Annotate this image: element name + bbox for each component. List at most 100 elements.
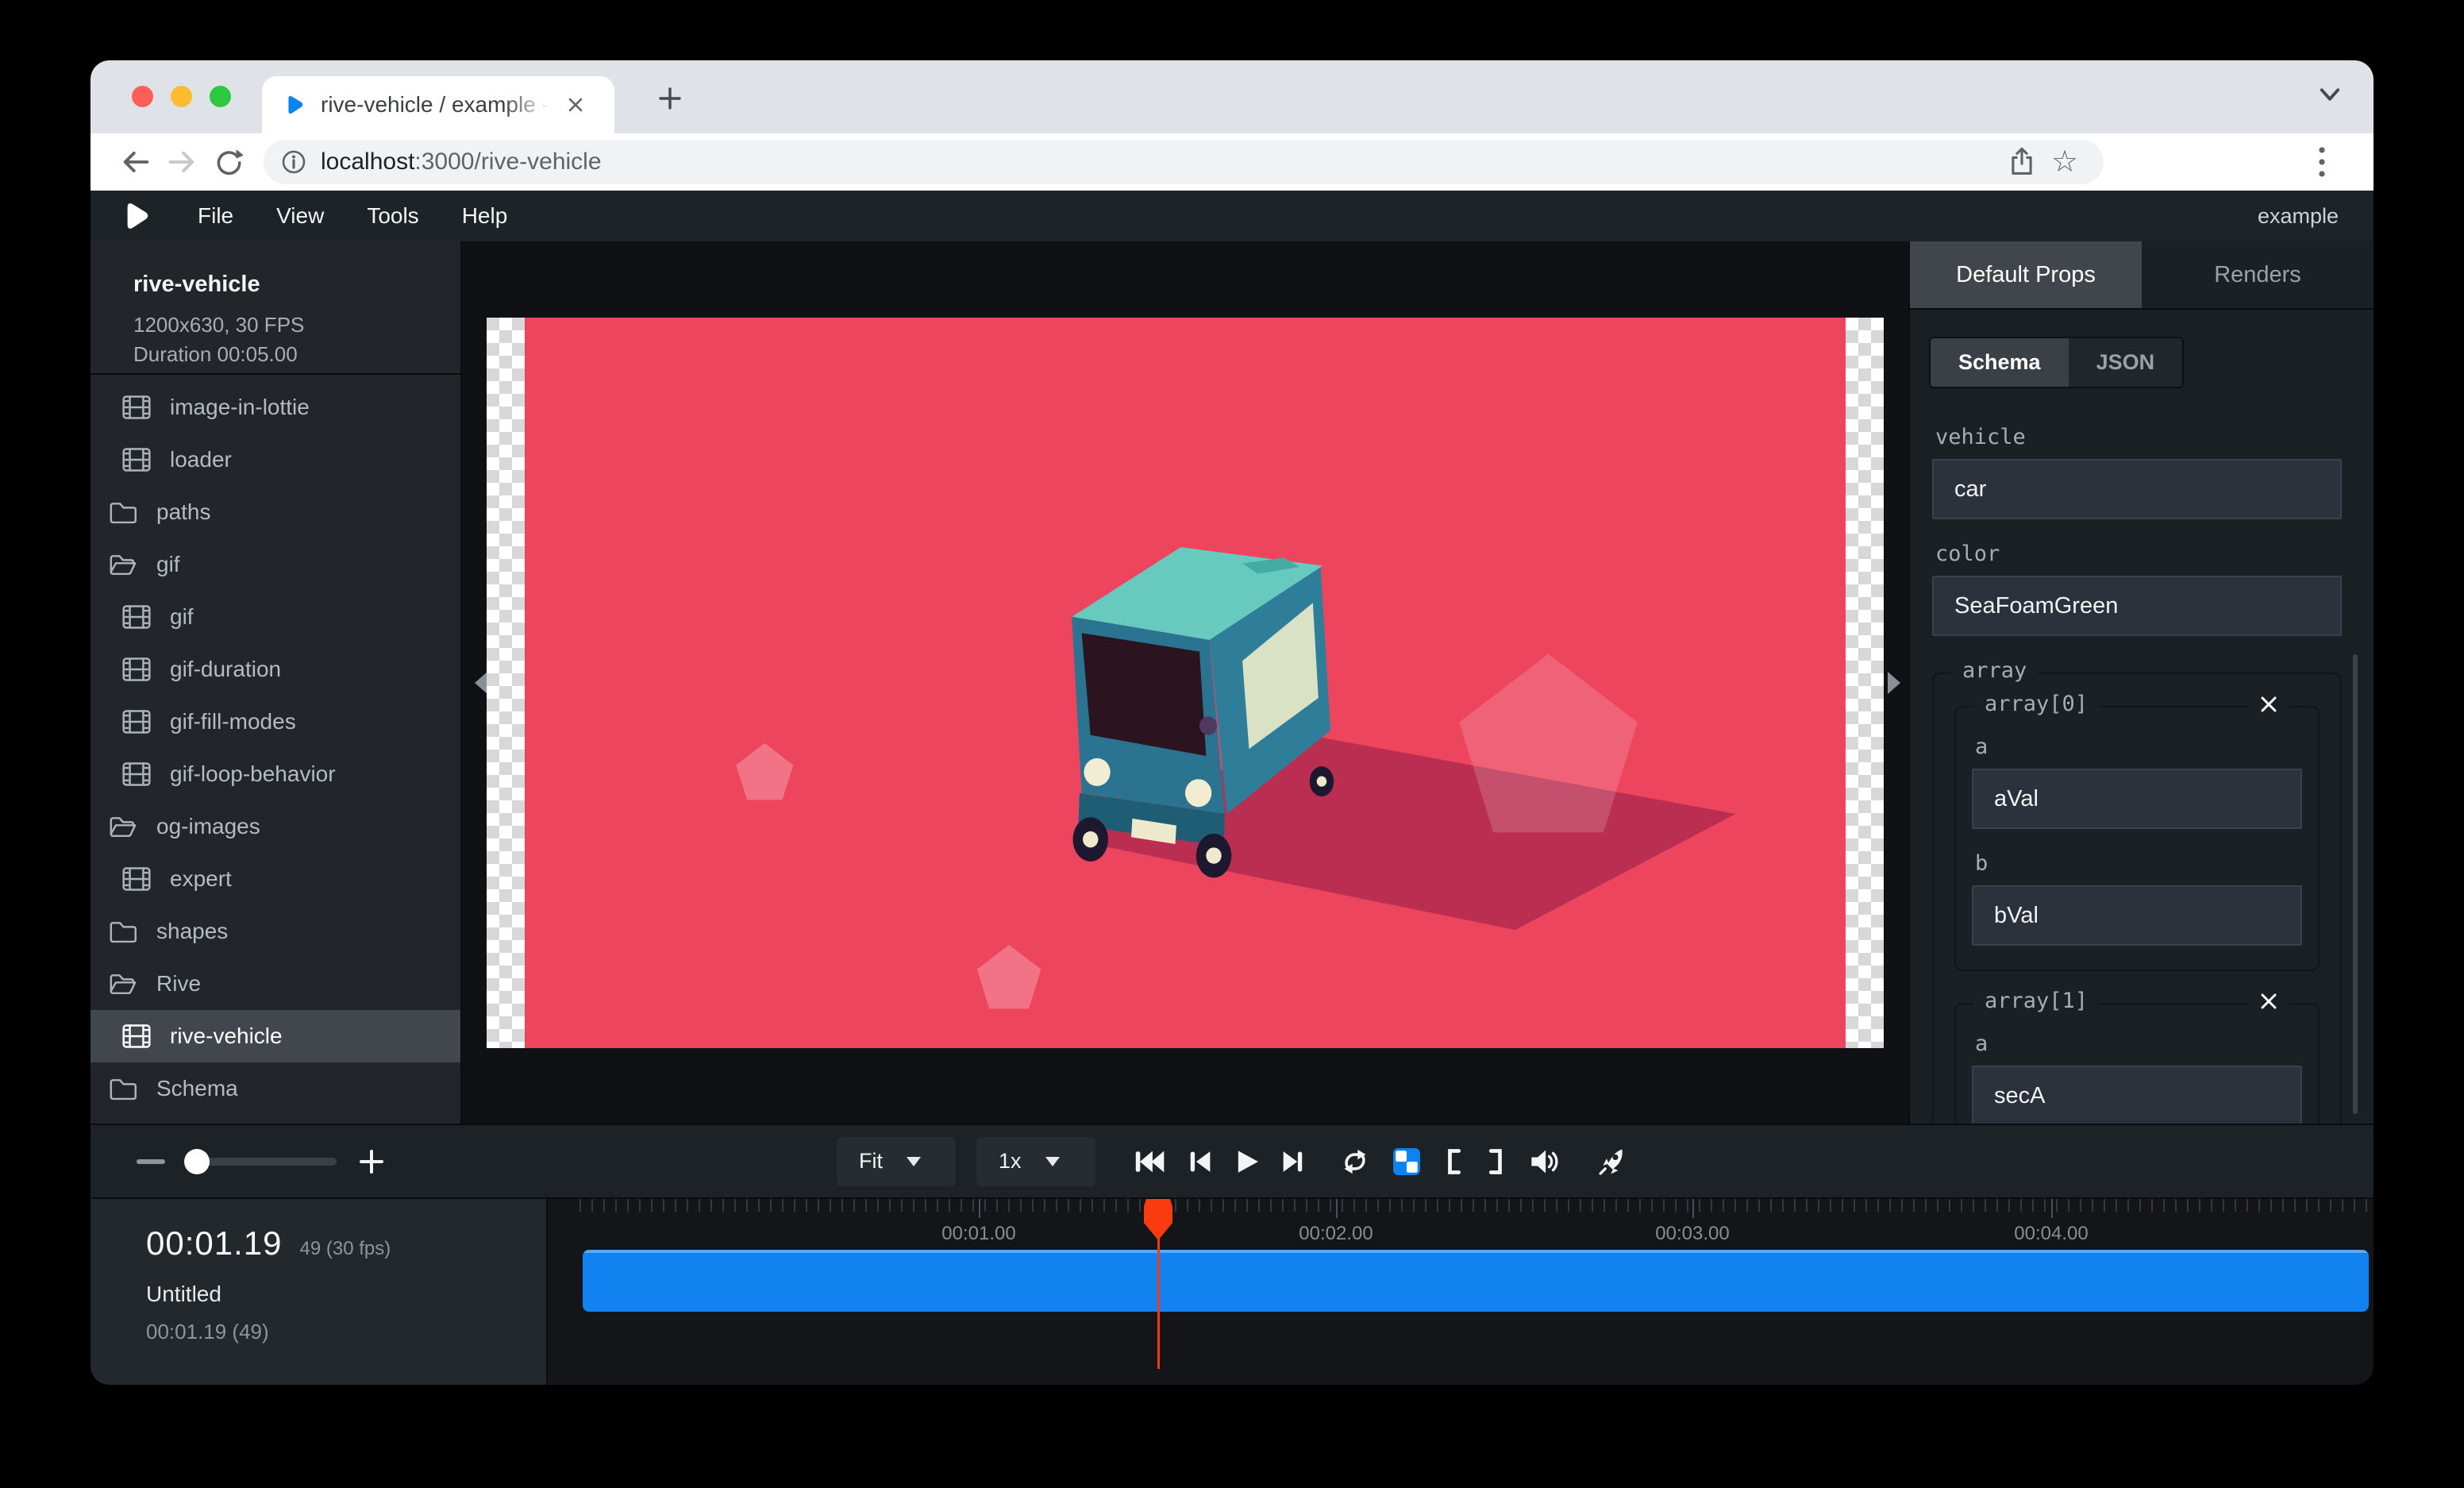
zoom-out-button[interactable] — [137, 1159, 165, 1164]
url-text[interactable]: localhost:3000/rive-vehicle — [321, 148, 602, 175]
url-host: localhost — [321, 148, 414, 175]
sidebar-item-gif-fill-modes[interactable]: gif-fill-modes — [90, 696, 460, 748]
ruler-major-tick — [1336, 1199, 1338, 1218]
folder-icon — [109, 1076, 137, 1101]
array-1-a-input[interactable] — [1972, 1066, 2302, 1124]
browser-tab[interactable]: rive-vehicle / example - Remoti — [262, 76, 614, 133]
menu-help[interactable]: Help — [441, 203, 529, 229]
browser-menu-button[interactable] — [2302, 142, 2342, 182]
speed-dropdown[interactable]: 1x — [976, 1137, 1095, 1186]
playback-controls: Fit 1x — [837, 1125, 1627, 1197]
share-icon — [2008, 146, 2036, 178]
sidebar-folder-gif[interactable]: gif — [90, 538, 460, 591]
share-button[interactable] — [2000, 141, 2043, 183]
array-0-b-input[interactable] — [1972, 885, 2302, 946]
mute-toggle-button[interactable] — [1529, 1147, 1561, 1177]
fullscreen-window-button[interactable] — [210, 86, 231, 107]
menu-view[interactable]: View — [255, 203, 345, 229]
item-label: gif — [156, 552, 180, 577]
fit-dropdown[interactable]: Fit — [837, 1137, 956, 1186]
new-tab-button[interactable] — [649, 78, 691, 119]
set-in-point-button[interactable] — [1443, 1147, 1464, 1176]
sidebar-item-gif-duration[interactable]: gif-duration — [90, 643, 460, 696]
jump-to-start-button[interactable] — [1134, 1148, 1165, 1175]
back-button[interactable] — [113, 139, 159, 185]
tab-default-props[interactable]: Default Props — [1910, 241, 2142, 308]
tab-search-button[interactable] — [2316, 83, 2343, 110]
array-group: array array[0] a b — [1932, 673, 2342, 1124]
checkerboard-icon — [1392, 1147, 1421, 1176]
render-button[interactable] — [1596, 1146, 1627, 1178]
array-item-0: array[0] a b — [1954, 706, 2320, 971]
star-icon: ☆ — [2051, 147, 2078, 177]
color-input[interactable] — [1932, 576, 2342, 636]
transparency-toggle-button[interactable] — [1392, 1147, 1421, 1176]
sidebar-item-image-in-lottie[interactable]: image-in-lottie — [90, 381, 460, 434]
timeline-zoom-controls — [137, 1147, 386, 1176]
remove-array-item-0-button[interactable] — [2248, 693, 2289, 715]
app-menubar: File View Tools Help example — [90, 191, 2374, 241]
timeline-zoom-slider[interactable] — [186, 1158, 337, 1166]
bookmark-button[interactable]: ☆ — [2043, 141, 2086, 183]
folder-icon — [109, 919, 137, 944]
sidebar-folder-rive[interactable]: Rive — [90, 958, 460, 1010]
project-label: example — [2258, 204, 2345, 229]
play-button[interactable] — [1234, 1148, 1259, 1175]
menu-file[interactable]: File — [176, 203, 255, 229]
forward-button[interactable] — [159, 139, 205, 185]
tab-renders[interactable]: Renders — [2142, 241, 2374, 308]
reload-icon — [213, 147, 243, 177]
toggle-json[interactable]: JSON — [2069, 338, 2183, 387]
speed-dropdown-value: 1x — [999, 1149, 1022, 1174]
minus-icon — [137, 1159, 165, 1164]
sidebar-item-expert[interactable]: expert — [90, 853, 460, 905]
item-label: expert — [170, 866, 232, 892]
sidebar-folder-schema[interactable]: Schema — [90, 1062, 460, 1115]
sidebar-item-gif[interactable]: gif — [90, 591, 460, 643]
tab-close-button[interactable] — [565, 94, 586, 115]
set-out-point-button[interactable] — [1486, 1147, 1507, 1176]
sidebar-folder-shapes[interactable]: shapes — [90, 905, 460, 958]
reload-button[interactable] — [205, 139, 251, 185]
chevron-down-icon — [1045, 1157, 1060, 1174]
chevron-down-icon — [907, 1157, 921, 1174]
remove-array-item-1-button[interactable] — [2248, 990, 2289, 1012]
sidebar-item-loader[interactable]: loader — [90, 434, 460, 486]
site-info-icon[interactable] — [279, 148, 308, 176]
track-range: 00:01.19 (49) — [146, 1320, 546, 1344]
timeline-track[interactable] — [583, 1250, 2369, 1312]
vehicle-input[interactable] — [1932, 459, 2342, 519]
sidebar-item-rive-vehicle[interactable]: rive-vehicle — [90, 1010, 460, 1062]
minimize-window-button[interactable] — [171, 86, 192, 107]
zoom-slider-thumb[interactable] — [184, 1149, 210, 1174]
collapse-props-panel-arrow[interactable] — [1888, 672, 1900, 694]
collapse-sidebar-arrow[interactable] — [475, 672, 487, 694]
address-bar[interactable]: localhost:3000/rive-vehicle ☆ — [264, 140, 2104, 184]
close-window-button[interactable] — [132, 86, 153, 107]
timeline-playhead[interactable] — [1144, 1199, 1172, 1240]
field-label-b: b — [1975, 851, 2302, 876]
menu-tools[interactable]: Tools — [345, 203, 440, 229]
item-label: gif-duration — [170, 657, 281, 682]
step-forward-icon — [1281, 1148, 1305, 1175]
sidebar-folder-og-images[interactable]: og-images — [90, 800, 460, 853]
ruler-label: 00:02.00 — [1299, 1223, 1373, 1245]
ruler-label: 00:04.00 — [2014, 1223, 2088, 1245]
toggle-schema[interactable]: Schema — [1931, 338, 2069, 387]
next-frame-button[interactable] — [1281, 1148, 1305, 1175]
sidebar-folder-paths[interactable]: paths — [90, 486, 460, 538]
preview-canvas — [462, 241, 1908, 1124]
timeline-tracks-area[interactable]: 00:01.00 00:02.00 00:03.00 00:04.00 — [548, 1199, 2374, 1385]
array-0-a-input[interactable] — [1972, 769, 2302, 829]
previous-frame-button[interactable] — [1188, 1148, 1211, 1175]
remotion-logo-icon[interactable] — [119, 200, 151, 232]
array-item-1-label: array[1] — [1973, 989, 2099, 1013]
zoom-in-button[interactable] — [357, 1147, 386, 1176]
loop-toggle-button[interactable] — [1340, 1147, 1370, 1176]
tab-title: rive-vehicle / example - Remoti — [321, 92, 559, 118]
props-panel-scrollbar[interactable] — [2353, 654, 2358, 1114]
ruler-major-tick — [979, 1199, 980, 1218]
play-icon — [1234, 1148, 1259, 1175]
sidebar-item-gif-loop-behavior[interactable]: gif-loop-behavior — [90, 748, 460, 800]
film-icon — [122, 604, 151, 630]
